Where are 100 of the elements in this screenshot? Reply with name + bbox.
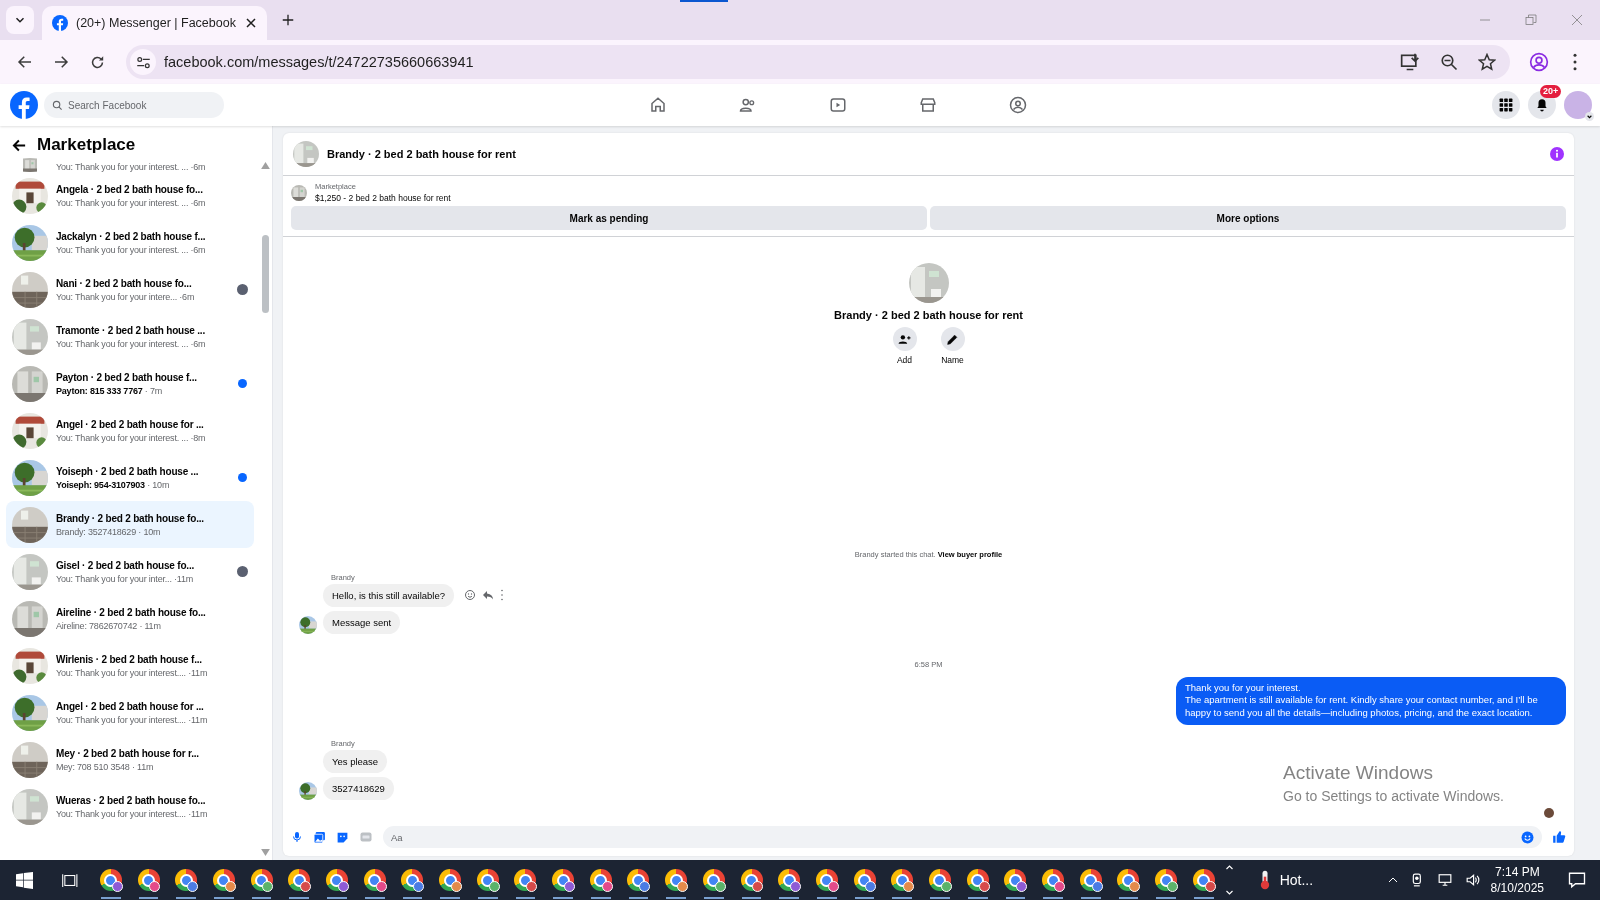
sticker-icon[interactable] <box>336 830 349 844</box>
message-preview: You: Thank you for your interest.... ·11m <box>56 714 209 725</box>
install-app-icon[interactable] <box>1400 52 1420 72</box>
received-message-bubble: 3527418629 <box>323 777 394 800</box>
speaker-icon[interactable] <box>1464 873 1481 887</box>
conversation-item[interactable]: Payton · 2 bed 2 bath house f... Payton: 815 333 7767 · 7m <box>6 360 254 407</box>
task-view-icon <box>61 871 79 889</box>
message-preview: Aireline: 7862670742 · 11m <box>56 620 162 631</box>
conversation-item[interactable]: Mey · 2 bed 2 bath house for r... Mey: 708 510 3548 · 11m <box>6 736 254 783</box>
microphone-icon[interactable] <box>291 831 303 843</box>
message-input[interactable]: Aa <box>391 831 1515 843</box>
react-icon[interactable] <box>464 589 476 602</box>
sidebar-title: Marketplace <box>37 135 136 155</box>
chat-title: Brandy · 2 bed 2 bath house for rent <box>327 148 517 160</box>
message-preview: Payton: 815 333 7767 · 7m <box>56 385 164 396</box>
facebook-logo-icon <box>52 15 68 31</box>
conversation-item[interactable]: Wirlenis · 2 bed 2 bath house f... You: Thank you for your interest.... ·11m <box>6 642 254 689</box>
conversation-name: Wueras · 2 bed 2 bath house fo... <box>56 794 207 806</box>
weather-text: Hot... <box>1279 872 1314 888</box>
groups-icon <box>1009 96 1027 114</box>
message-preview: Brandy: 3527418629 · 10m <box>56 526 162 537</box>
message-preview: You: Thank you for your interest. ... ·8m <box>56 432 207 443</box>
tab-title: (20+) Messenger | Facebook <box>76 16 237 30</box>
chevron-up-icon[interactable] <box>1224 863 1234 872</box>
message-preview: You: Thank you for your intere... ·6m <box>56 291 196 302</box>
message-preview: You: Thank you for your interest. ... ·6m <box>56 244 207 255</box>
grid-icon <box>1499 98 1513 112</box>
message-preview: You: Thank you for your interest.... ·11m <box>56 667 209 678</box>
close-icon[interactable] <box>245 17 257 29</box>
conversation-item[interactable]: Yoiseph · 2 bed 2 bath house ... Yoiseph: 954-3107903 · 10m <box>6 454 254 501</box>
site-info-button[interactable] <box>130 49 156 75</box>
scroll-down-icon[interactable] <box>260 849 270 856</box>
reply-icon[interactable] <box>482 589 494 602</box>
zoom-out-icon[interactable] <box>1440 53 1458 71</box>
star-icon[interactable] <box>1478 53 1496 71</box>
gallery-icon[interactable] <box>313 830 326 844</box>
conversation-name: Payton · 2 bed 2 bath house f... <box>56 371 198 383</box>
close-icon <box>1571 14 1583 26</box>
conversation-item[interactable]: Tramonte · 2 bed 2 bath house ... You: Thank you for your interest. ... ·6m <box>6 313 254 360</box>
action-button[interactable]: More options <box>930 206 1566 230</box>
sent-message-bubble: Thank you for your interest. The apartment is still available for rent. Kindly share your contact number, and I’ll be happy to send you all the details—including photos, pricing, and the exact location. <box>1176 676 1566 725</box>
forward-arrow-icon <box>52 53 70 71</box>
conversation-name: Angela · 2 bed 2 bath house fo... <box>56 183 204 195</box>
conversation-name: Wirlenis · 2 bed 2 bath house f... <box>56 653 203 665</box>
activation-notice-text: Go to Settings to activate Windows. <box>1283 788 1504 804</box>
received-message-bubble: Yes please <box>323 750 388 773</box>
emoji-icon[interactable] <box>1521 830 1534 844</box>
scroll-up-icon[interactable] <box>260 162 270 169</box>
conversation-item[interactable]: Aireline · 2 bed 2 bath house fo... Aireline: 7862670742 · 11m <box>6 595 254 642</box>
thumbs-up-icon[interactable] <box>1552 830 1566 844</box>
scrollbar-thumb[interactable] <box>261 235 269 313</box>
info-icon[interactable] <box>1550 147 1564 161</box>
conversation-name: Tramonte · 2 bed 2 bath house ... <box>56 324 206 336</box>
address-bar[interactable]: facebook.com/messages/t/24722735660663941 <box>126 45 1510 79</box>
facebook-logo-icon[interactable] <box>10 91 38 119</box>
chevron-down-icon[interactable] <box>1224 888 1234 897</box>
message-preview: Mey: 708 510 3548 · 11m <box>56 761 155 772</box>
url-text: facebook.com/messages/t/24722735660663941 <box>164 54 475 70</box>
notification-badge: 20+ <box>1540 85 1562 98</box>
conversation-name: Brandy · 2 bed 2 bath house fo... <box>56 512 205 524</box>
search-icon <box>52 99 63 111</box>
conversation-item[interactable]: Angel · 2 bed 2 bath house for ... You: Thank you for your interest. ... ·8m <box>6 407 254 454</box>
conversation-item[interactable]: Gisel · 2 bed 2 bath house fo... You: Thank you for your inter... ·11m <box>6 548 254 595</box>
message-field[interactable]: Aa <box>383 826 1542 848</box>
apps-menu-button[interactable] <box>1492 91 1520 119</box>
more-vertical-icon <box>1572 53 1578 71</box>
add-person-icon <box>898 332 911 346</box>
conversation-item[interactable]: You: Thank you for your interest. ... ·6m <box>6 158 254 172</box>
activation-notice-title: Activate Windows <box>1283 762 1434 784</box>
sliders-icon <box>135 54 151 70</box>
conversation-item[interactable]: Angela · 2 bed 2 bath house fo... You: Thank you for your interest. ... ·6m <box>6 172 254 219</box>
action-button[interactable]: Mark as pending <box>291 206 927 230</box>
search-field[interactable]: Search Facebook <box>44 92 224 118</box>
back-arrow-icon <box>12 137 27 153</box>
back-arrow-icon <box>16 53 34 71</box>
conversation-item[interactable]: Wueras · 2 bed 2 bath house fo... You: Thank you for your interest.... ·11m <box>6 783 254 830</box>
restore-icon <box>1525 14 1537 26</box>
message-preview: You: Thank you for your inter... ·11m <box>56 573 195 584</box>
conversation-item[interactable]: Angel · 2 bed 2 bath house for ... You: Thank you for your interest.... ·11m <box>6 689 254 736</box>
conversation-item[interactable]: Jackalyn · 2 bed 2 bath house f... You: Thank you for your interest. ... ·6m <box>6 219 254 266</box>
bell-icon <box>1535 98 1549 112</box>
plus-icon <box>281 13 295 27</box>
message-preview: You: Thank you for your interest. ... ·6m <box>56 162 207 172</box>
conversation-name: Mey · 2 bed 2 bath house for r... <box>56 747 200 759</box>
browser-tab[interactable]: (20+) Messenger | Facebook <box>42 6 267 40</box>
friends-icon <box>739 96 757 114</box>
seen-avatar-icon <box>1544 808 1554 818</box>
conversation-item[interactable]: Nani · 2 bed 2 bath house fo... You: Thank you for your intere... ·6m <box>6 266 254 313</box>
message-preview: You: Thank you for your interest. ... ·6m <box>56 338 207 349</box>
conversation-name: Nani · 2 bed 2 bath house fo... <box>56 277 193 289</box>
back-button[interactable] <box>12 137 27 153</box>
notification-center-icon[interactable] <box>1568 871 1586 889</box>
message-preview: You: Thank you for your interest.... ·11m <box>56 808 209 819</box>
conversation-name: Angel · 2 bed 2 bath house for ... <box>56 700 205 712</box>
conversation-item[interactable]: Brandy · 2 bed 2 bath house fo... Brandy: 3527418629 · 10m <box>6 501 254 548</box>
conversation-name: Yoiseph · 2 bed 2 bath house ... <box>56 465 200 477</box>
chevron-down-icon <box>1585 112 1594 121</box>
conversation-name: Jackalyn · 2 bed 2 bath house f... <box>56 230 207 242</box>
search-input[interactable]: Search Facebook <box>68 99 208 111</box>
profile-name: Brandy · 2 bed 2 bath house for rent <box>834 309 1023 321</box>
